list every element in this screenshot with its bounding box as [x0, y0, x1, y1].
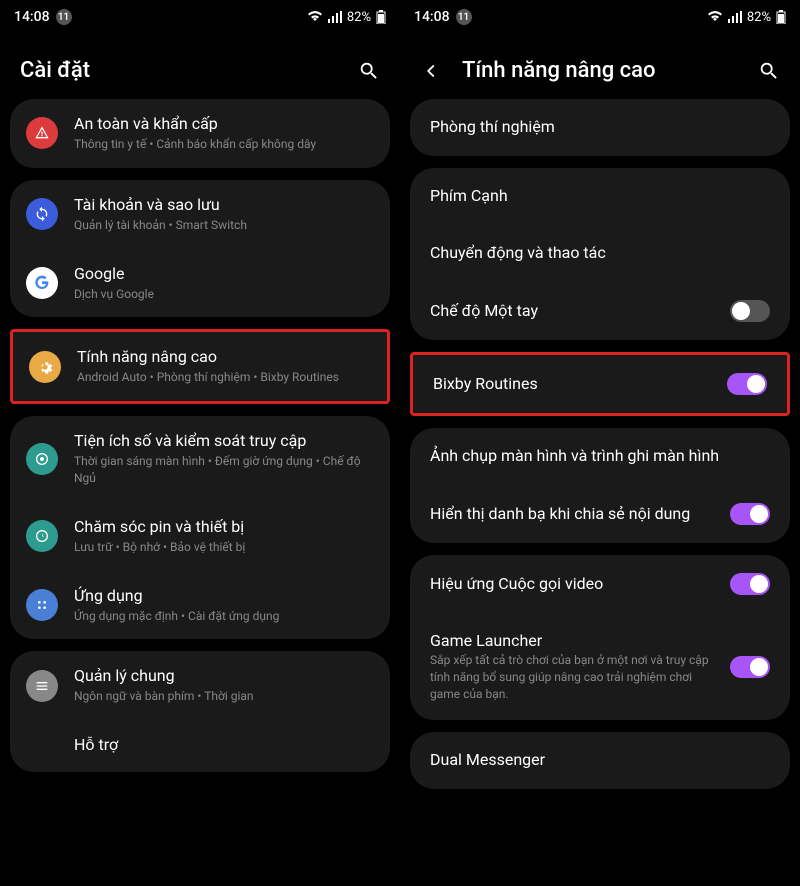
item-dual-messenger[interactable]: Dual Messenger: [410, 732, 790, 789]
item-title: Hỗ trợ: [74, 735, 374, 754]
wifi-icon: [307, 11, 323, 23]
status-right: 82%: [707, 10, 786, 25]
item-title: Ứng dụng: [74, 586, 374, 605]
item-subtitle: Thông tin y tế • Cảnh báo khẩn cấp không…: [74, 136, 374, 153]
battery-icon: [776, 10, 786, 24]
battery-percent: 82%: [747, 10, 771, 25]
notif-badge: 11: [56, 9, 72, 25]
item-subtitle: Ngôn ngữ và bàn phím • Thời gian: [74, 688, 374, 705]
apps-icon: [26, 589, 58, 621]
item-game-launcher[interactable]: Game Launcher Sắp xếp tất cả trò chơi củ…: [410, 613, 790, 720]
highlighted-item: Tính năng nâng cao Android Auto • Phòng …: [10, 329, 390, 404]
item-wellbeing[interactable]: Tiện ích số và kiểm soát truy cập Thời g…: [10, 416, 390, 502]
search-icon[interactable]: [358, 60, 380, 82]
item-support[interactable]: Hỗ trợ: [10, 720, 390, 772]
wifi-icon: [707, 11, 723, 23]
item-video-effects[interactable]: Hiệu ứng Cuộc gọi video: [410, 555, 790, 613]
gear-plus-icon: [29, 351, 61, 383]
phone-right: 14:08 11 82% Tính năng nâng cao Phòng th…: [400, 0, 800, 886]
status-bar: 14:08 11 82%: [0, 0, 400, 34]
back-icon[interactable]: [420, 60, 442, 82]
item-subtitle: Ứng dụng mặc định • Cài đặt ứng dụng: [74, 608, 374, 625]
header: Tính năng nâng cao: [400, 34, 800, 99]
item-onehand[interactable]: Chế độ Một tay: [410, 282, 790, 340]
settings-list: An toàn và khẩn cấp Thông tin y tế • Cản…: [0, 99, 400, 886]
item-motions[interactable]: Chuyển động và thao tác: [410, 225, 790, 282]
signal-icon: [728, 11, 742, 23]
sync-icon: [26, 198, 58, 230]
toggle-game[interactable]: [730, 656, 770, 678]
item-title: An toàn và khẩn cấp: [74, 114, 374, 133]
phone-left: 14:08 11 82% Cài đặt An toàn và khẩn cấp…: [0, 0, 400, 886]
highlighted-item: Bixby Routines: [410, 352, 790, 416]
search-icon[interactable]: [758, 60, 780, 82]
item-contacts-share[interactable]: Hiển thị danh bạ khi chia sẻ nội dung: [410, 485, 790, 543]
status-bar: 14:08 11 82%: [400, 0, 800, 34]
item-labs[interactable]: Phòng thí nghiệm: [410, 99, 790, 156]
header: Cài đặt: [0, 34, 400, 99]
page-title: Cài đặt: [20, 58, 90, 83]
item-sidekey[interactable]: Phím Cạnh: [410, 168, 790, 225]
alert-icon: [26, 117, 58, 149]
item-title: Google: [74, 264, 374, 283]
item-screenshots[interactable]: Ảnh chụp màn hình và trình ghi màn hình: [410, 428, 790, 485]
status-time: 14:08: [414, 9, 450, 25]
notif-badge: 11: [456, 9, 472, 25]
item-subtitle: Thời gian sáng màn hình • Đếm giờ ứng dụ…: [74, 453, 374, 487]
item-title: Tiện ích số và kiểm soát truy cập: [74, 431, 374, 450]
battery-icon: [376, 10, 386, 24]
status-time: 14:08: [14, 9, 50, 25]
item-subtitle: Quản lý tài khoản • Smart Switch: [74, 217, 374, 234]
battery-percent: 82%: [347, 10, 371, 25]
toggle-video[interactable]: [730, 573, 770, 595]
item-safety[interactable]: An toàn và khẩn cấp Thông tin y tế • Cản…: [10, 99, 390, 168]
item-subtitle: Android Auto • Phòng thí nghiệm • Bixby …: [77, 369, 371, 386]
advanced-list: Phòng thí nghiệm Phím Cạnh Chuyển động v…: [400, 99, 800, 886]
item-title: Tính năng nâng cao: [77, 347, 371, 366]
item-title: Quản lý chung: [74, 666, 374, 685]
item-bixby-routines[interactable]: Bixby Routines: [413, 355, 787, 413]
toggle-bixby[interactable]: [727, 373, 767, 395]
item-battery[interactable]: Chăm sóc pin và thiết bị Lưu trữ • Bộ nh…: [10, 502, 390, 571]
wellbeing-icon: [26, 443, 58, 475]
item-accounts[interactable]: Tài khoản và sao lưu Quản lý tài khoản •…: [10, 180, 390, 249]
battery-care-icon: [26, 520, 58, 552]
toggle-contacts[interactable]: [730, 503, 770, 525]
item-google[interactable]: Google Dịch vụ Google: [10, 249, 390, 318]
item-subtitle: Dịch vụ Google: [74, 286, 374, 303]
item-general[interactable]: Quản lý chung Ngôn ngữ và bàn phím • Thờ…: [10, 651, 390, 720]
item-apps[interactable]: Ứng dụng Ứng dụng mặc định • Cài đặt ứng…: [10, 571, 390, 640]
status-right: 82%: [307, 10, 386, 25]
item-subtitle: Lưu trữ • Bộ nhớ • Bảo vệ thiết bị: [74, 539, 374, 556]
signal-icon: [328, 11, 342, 23]
toggle-onehand[interactable]: [730, 300, 770, 322]
general-icon: [26, 670, 58, 702]
page-title: Tính năng nâng cao: [462, 58, 656, 83]
google-icon: [26, 267, 58, 299]
item-title: Chăm sóc pin và thiết bị: [74, 517, 374, 536]
item-title: Tài khoản và sao lưu: [74, 195, 374, 214]
item-advanced[interactable]: Tính năng nâng cao Android Auto • Phòng …: [13, 332, 387, 401]
